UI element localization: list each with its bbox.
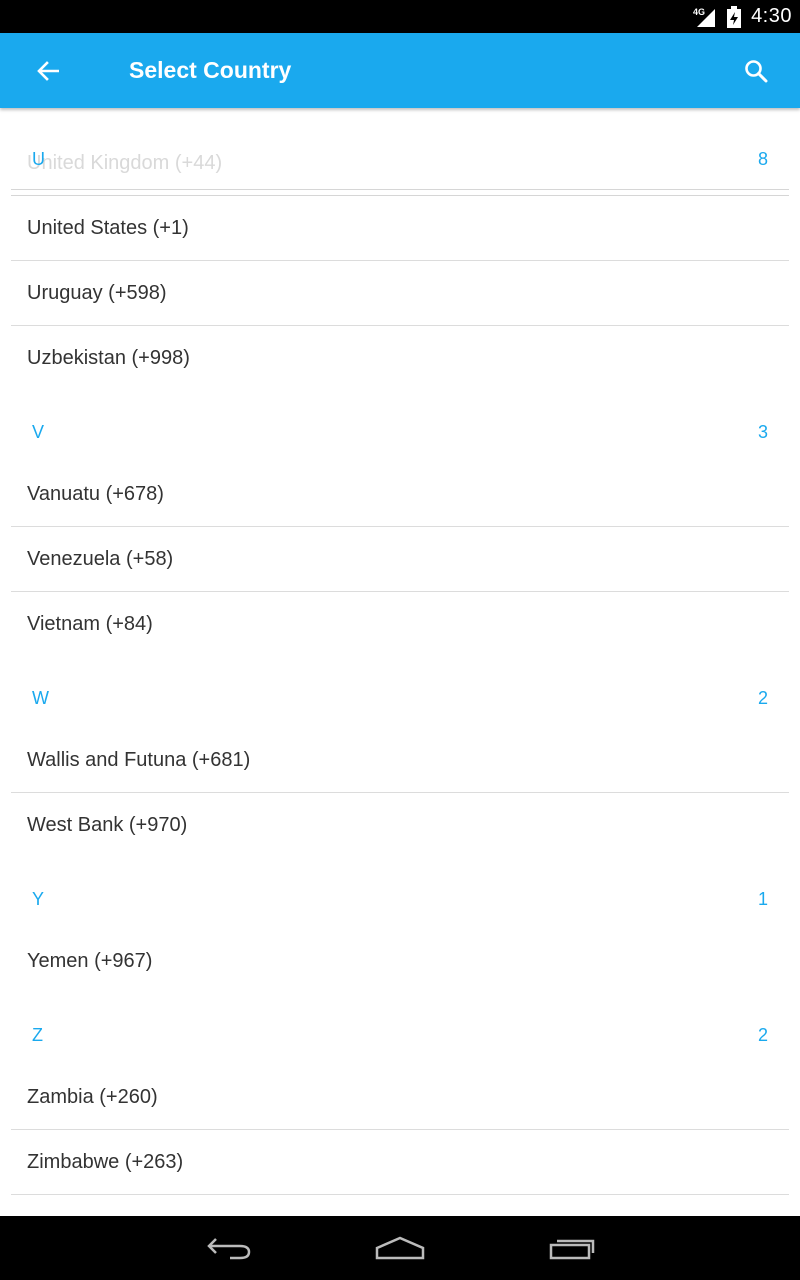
divider (11, 189, 789, 190)
section-count: 1 (757, 889, 768, 909)
battery-icon (727, 5, 742, 28)
country-row[interactable]: Yemen (+967) (11, 930, 789, 994)
country-name: United States (+1) (27, 217, 189, 239)
nav-recents-button[interactable] (540, 1226, 604, 1270)
country-list[interactable]: United Kingdom (+44) U 8 United States (… (0, 108, 800, 1216)
section-header-w: W 2 (0, 674, 800, 724)
section-count: 2 (757, 688, 768, 708)
section-letter: U (32, 149, 45, 169)
nav-home-button[interactable] (368, 1226, 432, 1270)
country-name: Vietnam (+84) (27, 613, 153, 635)
country-row[interactable]: Uzbekistan (+998) (11, 327, 789, 391)
section-letter: W (32, 688, 49, 708)
section-count: 3 (757, 422, 768, 442)
section-header-y: Y 1 (0, 875, 800, 925)
recents-nav-icon (549, 1239, 595, 1260)
section-count: 2 (757, 1025, 768, 1045)
section-header-u: U 8 (0, 135, 800, 185)
home-nav-icon (375, 1236, 425, 1260)
country-row[interactable]: Zimbabwe (+263) (11, 1131, 789, 1195)
country-row[interactable]: United States (+1) (11, 197, 789, 261)
country-row[interactable]: Uruguay (+598) (11, 262, 789, 326)
country-row[interactable]: Wallis and Futuna (+681) (11, 729, 789, 793)
app-bar: Select Country (0, 33, 800, 108)
country-row[interactable]: West Bank (+970) (11, 794, 789, 858)
status-icons: 4G 4:30 (693, 0, 792, 33)
section-letter: V (32, 422, 45, 442)
nav-back-button[interactable] (197, 1226, 261, 1270)
divider (11, 195, 789, 196)
clock: 4:30 (751, 5, 792, 27)
country-row[interactable]: Venezuela (+58) (11, 528, 789, 592)
country-row[interactable]: Vietnam (+84) (11, 593, 789, 657)
country-name: Zimbabwe (+263) (27, 1151, 184, 1173)
country-name: Yemen (+967) (27, 950, 153, 972)
country-name: Venezuela (+58) (27, 548, 174, 570)
search-icon (745, 60, 768, 83)
signal-icon: 4G (693, 7, 716, 27)
navigation-bar (0, 1216, 800, 1280)
country-name: Vanuatu (+678) (27, 483, 164, 505)
country-name: Uruguay (+598) (27, 282, 167, 304)
country-name: Uzbekistan (+998) (27, 347, 190, 369)
search-button[interactable] (734, 49, 778, 93)
back-button[interactable] (28, 51, 68, 91)
country-name: West Bank (+970) (27, 814, 188, 836)
page-title: Select Country (129, 57, 292, 83)
country-row[interactable]: Vanuatu (+678) (11, 463, 789, 527)
section-header-v: V 3 (0, 408, 800, 458)
section-count: 8 (757, 149, 768, 169)
network-type-label: 4G (693, 7, 705, 17)
country-name: Zambia (+260) (27, 1086, 158, 1108)
section-letter: Y (32, 889, 45, 909)
section-letter: Z (32, 1025, 43, 1045)
country-name: Wallis and Futuna (+681) (27, 749, 251, 771)
status-bar: 4G 4:30 (0, 0, 800, 33)
back-nav-icon (207, 1238, 251, 1260)
section-header-z: Z 2 (0, 1011, 800, 1061)
arrow-back-icon (37, 61, 59, 81)
country-row[interactable]: Zambia (+260) (11, 1066, 789, 1130)
